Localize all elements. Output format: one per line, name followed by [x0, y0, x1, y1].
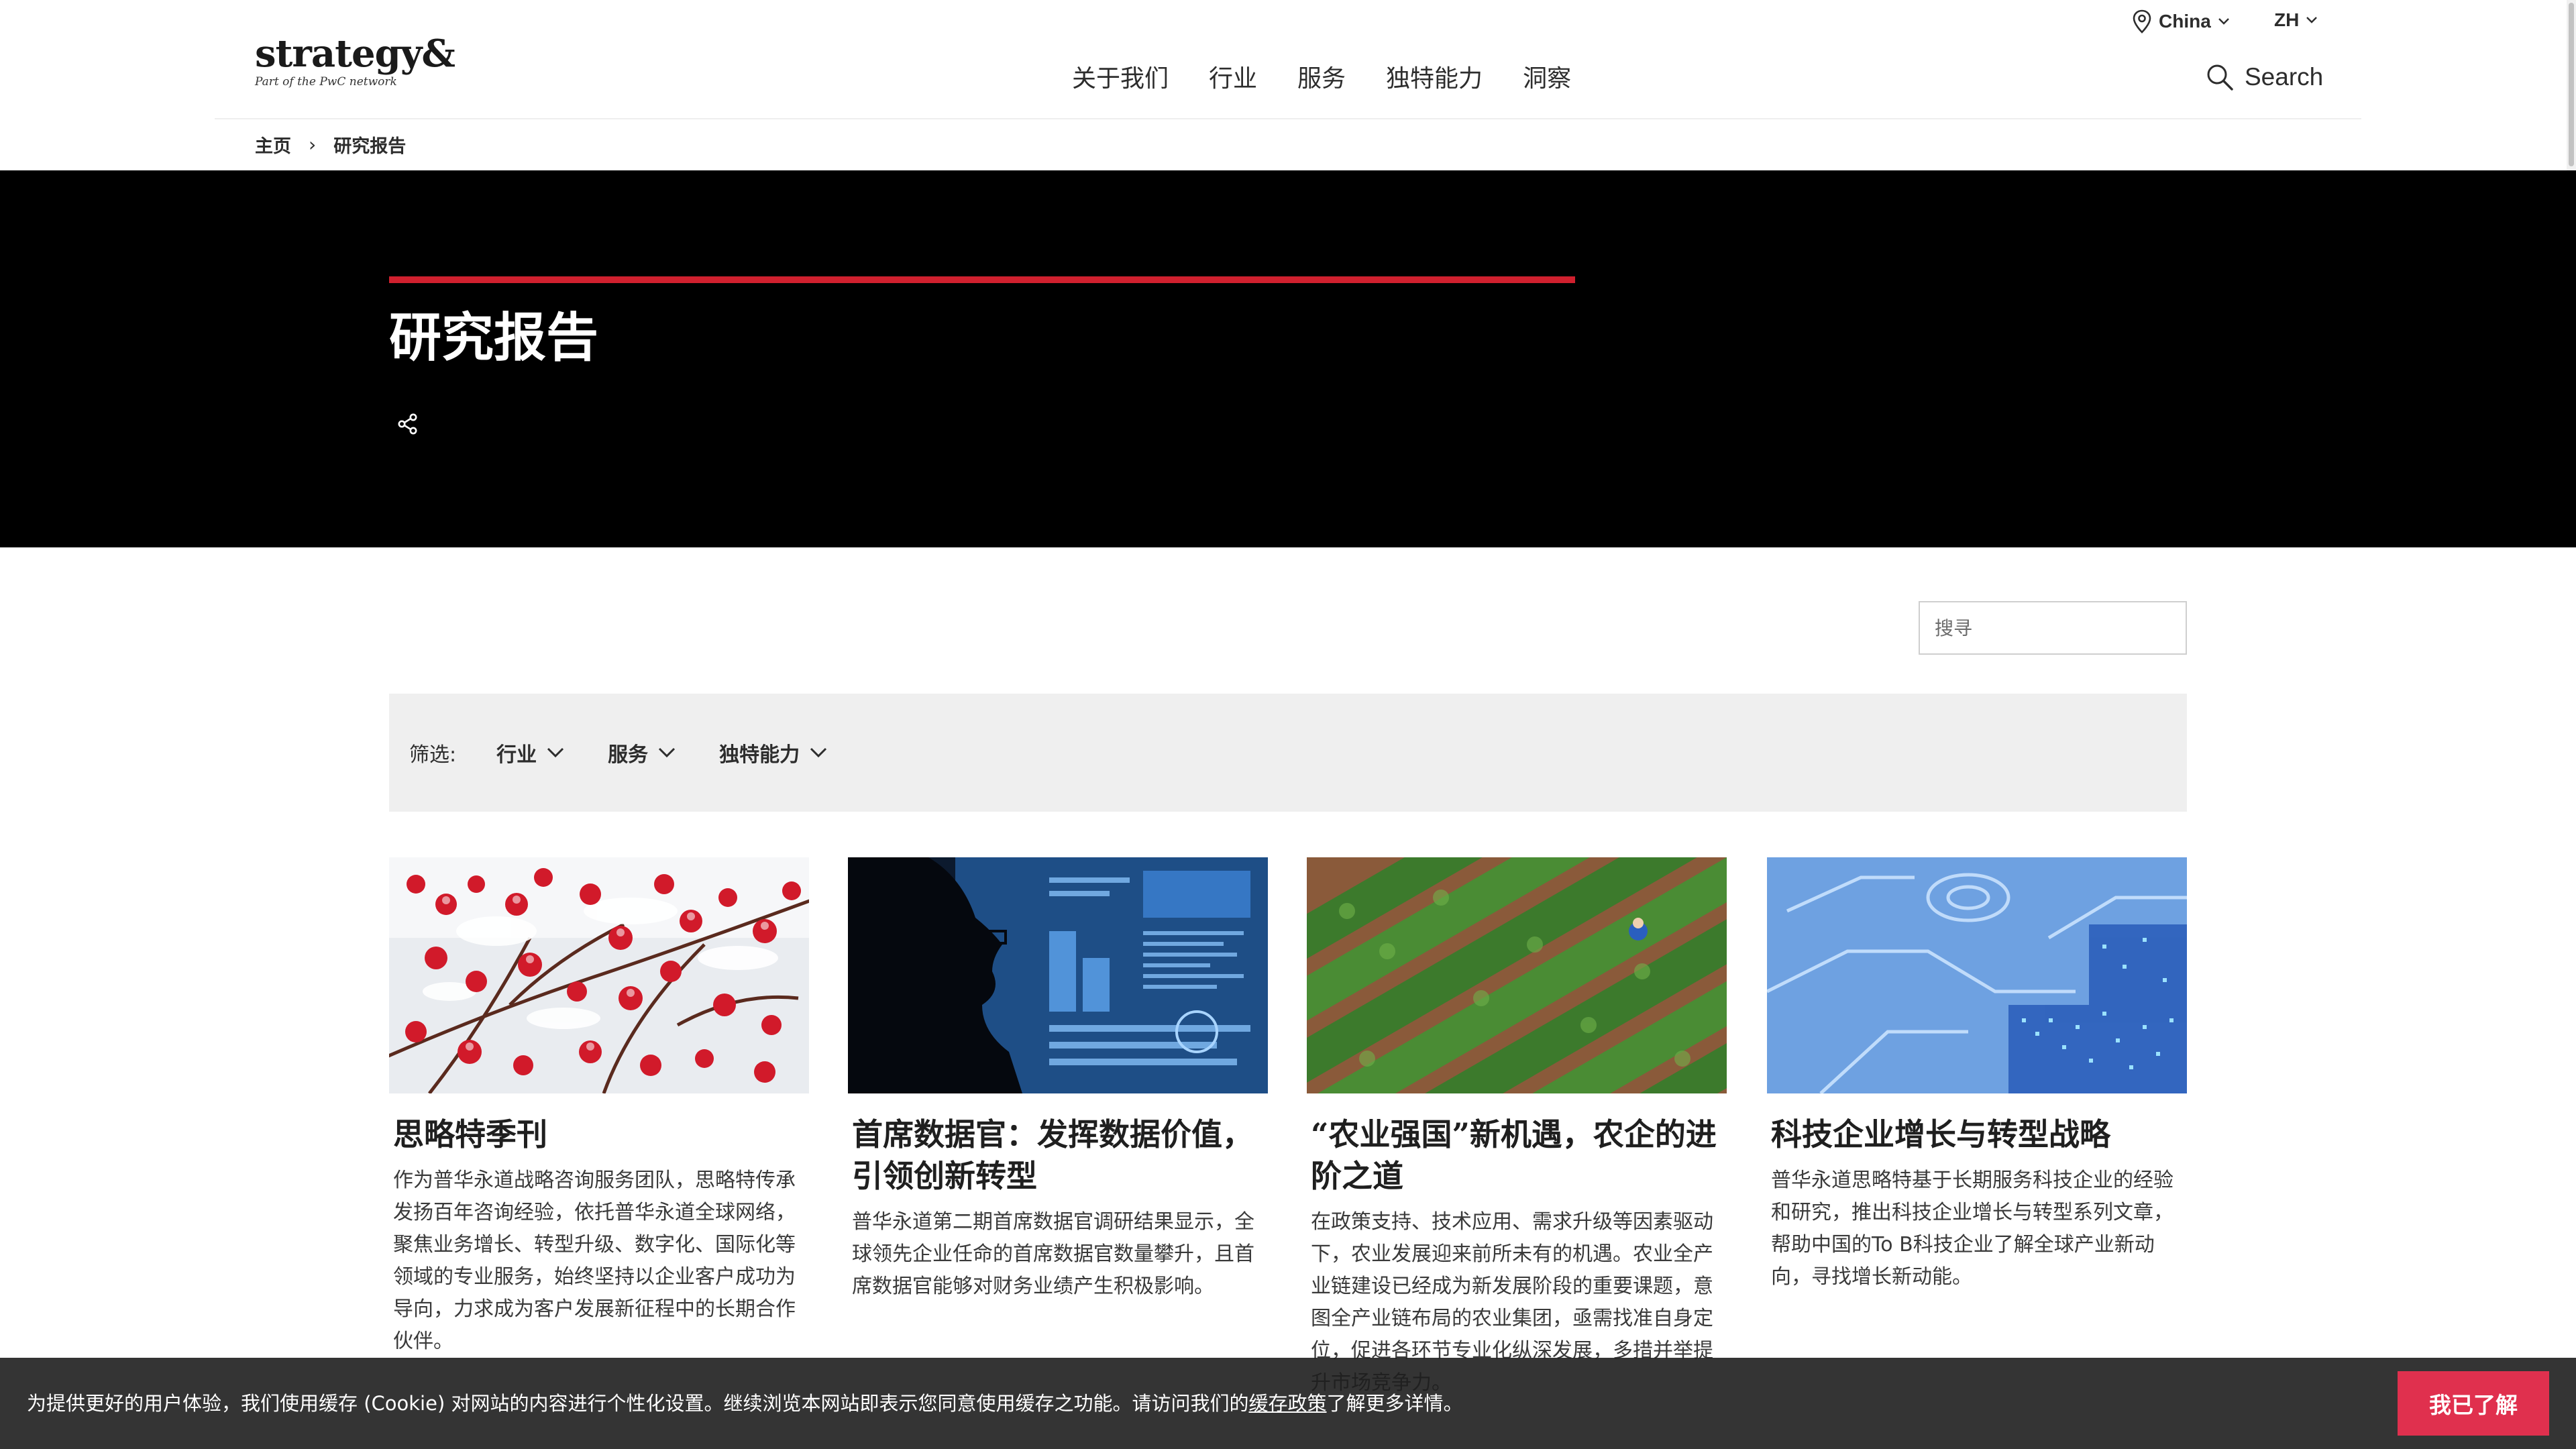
breadcrumb-home[interactable]: 主页	[255, 131, 291, 158]
cookie-banner: 为提供更好的用户体验，我们使用缓存 (Cookie) 对网站的内容进行个性化设置…	[0, 1358, 2576, 1449]
card-title[interactable]: “农业强国”新机遇，农企的进阶之道	[1307, 1114, 1727, 1197]
card-image-farmland[interactable]	[1307, 857, 1727, 1093]
card-image-berries[interactable]	[389, 857, 809, 1093]
chevron-down-icon	[547, 747, 564, 758]
nav-industries[interactable]: 行业	[1209, 63, 1257, 95]
scrollbar-thumb[interactable]	[2569, 3, 2574, 166]
filter-services[interactable]: 服务	[608, 738, 676, 767]
search-icon	[2207, 64, 2233, 91]
nav-capabilities[interactable]: 独特能力	[1386, 63, 1483, 95]
chevron-down-icon	[810, 747, 827, 758]
nav-insights[interactable]: 洞察	[1523, 63, 1571, 95]
filter-industry-label: 行业	[496, 743, 537, 767]
report-card[interactable]: 首席数据官：发挥数据价值，引领创新转型 普华永道第二期首席数据官调研结果显示，全…	[848, 857, 1268, 1303]
card-description: 作为普华永道战略咨询服务团队，思略特传承发扬百年咨询经验，依托普华永道全球网络，…	[393, 1169, 796, 1353]
main-nav: 关于我们 行业 服务 独特能力 洞察	[1072, 63, 1571, 95]
cookie-text-after: 了解更多详情。	[1326, 1392, 1463, 1415]
chevron-down-icon	[659, 747, 676, 758]
card-image-circuit[interactable]	[1767, 857, 2187, 1093]
filter-bar: 筛选: 行业 服务 独特能力	[389, 694, 2187, 812]
chevron-down-icon	[2306, 17, 2318, 23]
card-description: 普华永道第二期首席数据官调研结果显示，全球领先企业任命的首席数据官数量攀升，且首…	[852, 1210, 1254, 1298]
card-title[interactable]: 科技企业增长与转型战略	[1767, 1114, 2187, 1155]
nav-services[interactable]: 服务	[1297, 63, 1346, 95]
language-selector[interactable]: ZH	[2274, 9, 2318, 31]
location-pin-icon	[2133, 9, 2151, 34]
report-card[interactable]: “农业强国”新机遇，农企的进阶之道 在政策支持、技术应用、需求升级等因素驱动下，…	[1307, 857, 1727, 1399]
breadcrumb-current: 研究报告	[333, 136, 407, 157]
country-selector[interactable]: China	[2132, 9, 2230, 34]
logo-wordmark: strategy&	[255, 32, 455, 76]
filter-label: 筛选:	[409, 743, 457, 767]
share-icon	[398, 413, 417, 435]
nav-about-us[interactable]: 关于我们	[1072, 63, 1169, 95]
report-card[interactable]: 思略特季刊 作为普华永道战略咨询服务团队，思略特传承发扬百年咨询经验，依托普华永…	[389, 857, 809, 1358]
header-search-button[interactable]: Search	[2206, 63, 2323, 91]
report-search-input[interactable]	[1919, 601, 2187, 655]
hero-banner: 研究报告	[0, 170, 2576, 547]
filter-capabilities[interactable]: 独特能力	[719, 738, 828, 767]
report-card[interactable]: 科技企业增长与转型战略 普华永道思略特基于长期服务科技企业的经验和研究，推出科技…	[1767, 857, 2187, 1293]
cookie-text-before: 为提供更好的用户体验，我们使用缓存 (Cookie) 对网站的内容进行个性化设置…	[27, 1392, 1249, 1415]
site-header: strategy& Part of the PwC network China …	[0, 0, 2576, 170]
hero-accent-rule	[389, 276, 1575, 283]
card-title[interactable]: 首席数据官：发挥数据价值，引领创新转型	[848, 1114, 1268, 1197]
logo-tagline: Part of the PwC network	[255, 75, 397, 89]
breadcrumb-separator: ›	[309, 133, 317, 156]
language-label: ZH	[2274, 9, 2300, 30]
cookie-message: 为提供更好的用户体验，我们使用缓存 (Cookie) 对网站的内容进行个性化设置…	[27, 1390, 1463, 1417]
share-button[interactable]	[396, 412, 420, 439]
card-title[interactable]: 思略特季刊	[389, 1114, 809, 1155]
filter-industry[interactable]: 行业	[496, 738, 565, 767]
filter-capabilities-label: 独特能力	[719, 743, 800, 767]
filter-services-label: 服务	[608, 743, 649, 767]
card-description: 普华永道思略特基于长期服务科技企业的经验和研究，推出科技企业增长与转型系列文章，…	[1771, 1169, 2174, 1289]
search-label: Search	[2245, 63, 2324, 91]
country-label: China	[2159, 11, 2211, 32]
cookie-policy-link[interactable]: 缓存政策	[1249, 1392, 1327, 1415]
page-title: 研究报告	[389, 307, 599, 368]
cookie-accept-button[interactable]: 我已了解	[2398, 1371, 2549, 1436]
chevron-down-icon	[2218, 18, 2229, 25]
page-scrollbar[interactable]	[2567, 0, 2576, 170]
header-bar: strategy& Part of the PwC network China …	[215, 0, 2361, 119]
site-logo[interactable]: strategy& Part of the PwC network	[255, 34, 455, 89]
card-image-data-officer[interactable]	[848, 857, 1268, 1093]
breadcrumb: 主页 › 研究报告	[255, 131, 406, 158]
